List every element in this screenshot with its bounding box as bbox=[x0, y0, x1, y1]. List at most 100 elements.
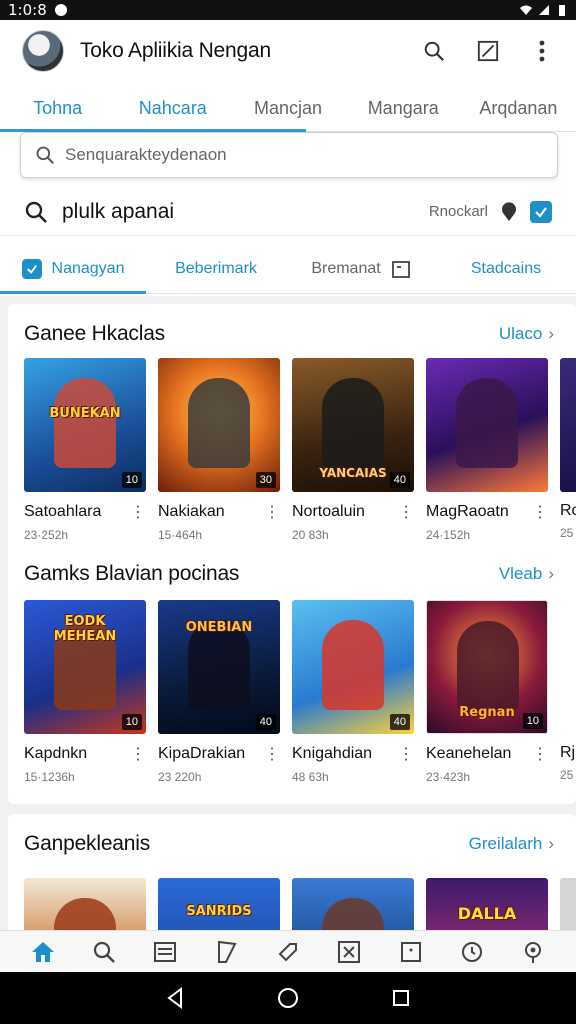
app-thumbnail[interactable]: ONEBIAN 40 bbox=[158, 600, 280, 734]
app-thumbnail[interactable]: 40 bbox=[292, 600, 414, 734]
app-tile[interactable]: MagRaoatn ⋮ 24·152h bbox=[426, 358, 548, 542]
tab-mancjan[interactable]: Mancjan bbox=[230, 86, 345, 131]
nav-tag[interactable] bbox=[274, 938, 302, 966]
section-see-all-link[interactable]: Vleab › bbox=[499, 564, 554, 584]
app-thumbnail[interactable] bbox=[560, 358, 576, 492]
app-actions bbox=[422, 39, 554, 63]
nav-games[interactable] bbox=[335, 938, 363, 966]
app-thumbnail[interactable]: EODK MEHEAN 10 bbox=[24, 600, 146, 734]
filter-checkbox[interactable] bbox=[21, 258, 42, 279]
location-pin-icon[interactable] bbox=[500, 201, 518, 222]
app-tile[interactable] bbox=[560, 878, 576, 930]
edit-button[interactable] bbox=[476, 39, 500, 63]
app-thumbnail[interactable] bbox=[426, 358, 548, 492]
app-name: Satoahlara bbox=[24, 503, 102, 520]
query-text[interactable]: plulk apanai bbox=[62, 200, 174, 224]
nav-search[interactable] bbox=[90, 938, 118, 966]
more-vert-icon[interactable]: ⋮ bbox=[264, 502, 280, 522]
tab-mangara[interactable]: Mangara bbox=[346, 86, 461, 131]
more-vert-icon[interactable]: ⋮ bbox=[532, 744, 548, 764]
nav-home[interactable] bbox=[29, 938, 57, 966]
app-name-row: Rc bbox=[560, 502, 576, 520]
app-tile[interactable]: 40 Knigahdian ⋮ 48 63h bbox=[292, 600, 414, 784]
filter-tab-beberimark[interactable]: Beberimark bbox=[146, 244, 286, 293]
filter-tab-bremanat[interactable]: Bremanat bbox=[286, 244, 436, 293]
app-bar: Toko Apliikia Nengan bbox=[0, 20, 576, 82]
more-vert-icon[interactable]: ⋮ bbox=[264, 744, 280, 764]
edit-icon bbox=[477, 40, 499, 62]
more-options-button[interactable] bbox=[530, 39, 554, 63]
filter-tab-stadcains[interactable]: Stadcains bbox=[436, 244, 576, 293]
app-tile[interactable]: Regnan 10 Keanehelan ⋮ 23·423h bbox=[426, 600, 548, 784]
query-checkbox[interactable] bbox=[530, 200, 552, 223]
filter-tab-nanagyan[interactable]: Nanagyan bbox=[0, 244, 146, 294]
search-button[interactable] bbox=[422, 39, 446, 63]
recents-icon[interactable] bbox=[391, 988, 411, 1008]
app-thumbnail[interactable]: Regnan 10 bbox=[426, 600, 548, 734]
section-title: Gamks Blavian pocinas bbox=[24, 562, 240, 585]
status-bar: 1:0:8 bbox=[0, 0, 576, 20]
character-art bbox=[54, 898, 116, 930]
app-thumbnail[interactable]: BUNEKAN 10 bbox=[24, 358, 146, 492]
app-name-row: MagRaoatn ⋮ bbox=[426, 502, 548, 522]
app-tile[interactable]: BUNEKAN 10 Satoahlara ⋮ 23·252h bbox=[24, 358, 146, 542]
battery-icon bbox=[559, 5, 565, 16]
app-tile[interactable] bbox=[292, 878, 414, 930]
character-art bbox=[322, 378, 384, 468]
signal-icon bbox=[539, 5, 549, 15]
app-thumbnail[interactable] bbox=[24, 878, 146, 930]
character-art bbox=[457, 621, 519, 711]
more-vert-icon[interactable]: ⋮ bbox=[398, 744, 414, 764]
app-tile[interactable]: EODK MEHEAN 10 Kapdnkn ⋮ 15·1236h bbox=[24, 600, 146, 784]
app-name: Nakiakan bbox=[158, 503, 225, 520]
thumbnail-caption: EODK MEHEAN bbox=[53, 614, 117, 644]
section-see-all-link[interactable]: Ulaco › bbox=[499, 324, 554, 344]
home-circle-icon[interactable] bbox=[276, 986, 300, 1010]
nav-bookmark[interactable] bbox=[213, 938, 241, 966]
app-thumbnail[interactable]: YANCAIAS 40 bbox=[292, 358, 414, 492]
app-tile[interactable]: SANRIDS bbox=[158, 878, 280, 930]
filter-tab-label: Nanagyan bbox=[51, 259, 125, 277]
app-tile[interactable]: ONEBIAN 40 KipaDrakian ⋮ 23 220h bbox=[158, 600, 280, 784]
app-thumbnail[interactable] bbox=[560, 600, 576, 734]
notification-icon bbox=[54, 4, 67, 16]
app-thumbnail[interactable]: SANRIDS bbox=[158, 878, 280, 930]
tab-arqdanan[interactable]: Arqdanan bbox=[461, 86, 576, 131]
nav-library[interactable] bbox=[397, 938, 425, 966]
avatar[interactable] bbox=[22, 30, 64, 72]
nav-list[interactable] bbox=[151, 938, 179, 966]
tab-label: Arqdanan bbox=[479, 98, 558, 118]
tab-nahcara[interactable]: Nahcara bbox=[115, 86, 230, 131]
app-thumbnail[interactable] bbox=[292, 878, 414, 930]
app-meta: 15·464h bbox=[158, 528, 203, 542]
app-name-row: Satoahlara ⋮ bbox=[24, 502, 146, 522]
app-tile[interactable]: 30 Nakiakan ⋮ 15·464h bbox=[158, 358, 280, 542]
section-link-label: Ulaco bbox=[498, 324, 543, 343]
more-vert-icon[interactable]: ⋮ bbox=[130, 744, 146, 764]
app-thumbnail[interactable] bbox=[560, 878, 576, 930]
content-area[interactable]: Ganee Hkaclas Ulaco › BUNEKAN 10 Satoahla… bbox=[0, 296, 576, 930]
more-vert-icon[interactable]: ⋮ bbox=[130, 502, 146, 522]
tab-tohna[interactable]: Tohna bbox=[0, 86, 115, 131]
rating-badge: 30 bbox=[255, 472, 276, 488]
back-icon[interactable] bbox=[165, 987, 185, 1009]
chevron-right-icon: › bbox=[548, 324, 554, 343]
nav-history[interactable] bbox=[458, 938, 486, 966]
app-name-row: Rj bbox=[560, 744, 576, 762]
section-see-all-link[interactable]: Greilalarh › bbox=[469, 834, 554, 854]
app-name-row: Kapdnkn ⋮ bbox=[24, 744, 146, 764]
more-vert-icon[interactable]: ⋮ bbox=[398, 502, 414, 522]
app-tile[interactable]: Rc 25 bbox=[560, 358, 576, 542]
nav-profile[interactable] bbox=[519, 938, 547, 966]
app-thumbnail[interactable]: 30 bbox=[158, 358, 280, 492]
more-vert-icon[interactable]: ⋮ bbox=[532, 502, 548, 522]
app-tile[interactable]: YANCAIAS 40 Nortoaluin ⋮ 20 83h bbox=[292, 358, 414, 542]
filter-tab-label: Bremanat bbox=[311, 259, 381, 277]
app-tile[interactable]: DALLA bbox=[426, 878, 548, 930]
app-tile[interactable] bbox=[24, 878, 146, 930]
check-icon bbox=[535, 206, 547, 218]
app-thumbnail[interactable]: DALLA bbox=[426, 878, 548, 930]
search-input[interactable]: Senquarakteydenaon bbox=[20, 132, 558, 178]
tab-label: Mancjan bbox=[253, 98, 323, 118]
app-tile[interactable]: Rj 25 bbox=[560, 600, 576, 784]
